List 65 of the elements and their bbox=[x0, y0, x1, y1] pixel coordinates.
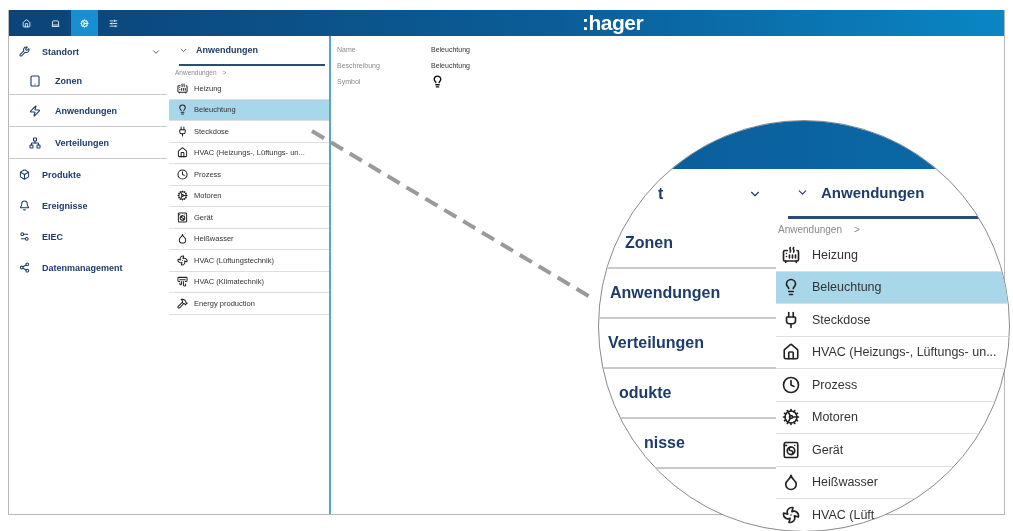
sidebar-item[interactable]: EIEC bbox=[9, 221, 167, 252]
network-icon bbox=[29, 136, 41, 149]
appliance-icon bbox=[177, 211, 188, 223]
logo: :hager bbox=[582, 11, 644, 35]
lightbulb-icon bbox=[431, 74, 444, 88]
sidebar-subitem[interactable]: Verteilungen bbox=[9, 127, 167, 159]
tablet-icon bbox=[29, 74, 41, 87]
list-header-title: Anwendungen bbox=[196, 45, 258, 55]
breadcrumb-separator: > bbox=[853, 223, 860, 235]
lightning-icon bbox=[29, 104, 41, 117]
house-icon bbox=[782, 343, 800, 362]
magnified-item-label: Beleuchtung bbox=[812, 280, 882, 295]
magnified-sidebar-label: t bbox=[658, 185, 665, 203]
magnified-sidebar-label: Zonen bbox=[625, 234, 674, 252]
magnified-item-label: Prozess bbox=[812, 377, 858, 392]
share-icon bbox=[19, 262, 30, 273]
magnified-item-label: Heißwasser bbox=[812, 475, 878, 490]
hammer-icon bbox=[177, 297, 188, 309]
bell-icon bbox=[19, 200, 30, 211]
sidebar-item-label: EIEC bbox=[42, 231, 64, 242]
clock-icon bbox=[782, 375, 800, 394]
magnified-item-label: Heizung bbox=[812, 247, 858, 262]
sidebar-item-label: Standort bbox=[42, 46, 80, 57]
magnified-sidebar-label: nisse bbox=[644, 434, 686, 452]
nav-tab[interactable] bbox=[71, 10, 98, 36]
sidebar-subitem-label: Anwendungen bbox=[55, 105, 118, 116]
droplet-icon bbox=[782, 473, 800, 492]
magnified-item-label: Motoren bbox=[812, 410, 858, 425]
plug-icon bbox=[177, 125, 188, 137]
wrench-icon bbox=[19, 46, 30, 57]
appliance-icon bbox=[782, 440, 800, 459]
sidebar-item[interactable]: Datenmanagement bbox=[9, 252, 167, 283]
magnified-sidebar-label: Verteilungen bbox=[608, 334, 706, 352]
sidebar-item[interactable]: Produkte bbox=[9, 159, 167, 190]
magnified-sidebar-label: odukte bbox=[619, 384, 673, 402]
magnified-item-label: Steckdose bbox=[812, 312, 871, 327]
fan-icon bbox=[782, 505, 800, 524]
sidebar-item[interactable]: Ereignisse bbox=[9, 190, 167, 221]
sidebar-item[interactable]: Standort bbox=[9, 36, 167, 67]
sidebar-subitem[interactable]: Zonen bbox=[9, 67, 167, 95]
magnified-breadcrumb: Anwendungen bbox=[778, 223, 842, 235]
house-icon bbox=[177, 147, 188, 159]
sidebar-item-label: Ereignisse bbox=[42, 200, 89, 211]
magnified-header-title: Anwendungen bbox=[821, 184, 925, 201]
lightbulb-icon bbox=[177, 104, 188, 116]
magnified-item-label: HVAC (Lüft bbox=[812, 507, 875, 522]
sliders-icon bbox=[109, 18, 118, 28]
sidebar-item-label: Produkte bbox=[42, 169, 82, 180]
air-vent-icon bbox=[177, 276, 188, 288]
heater-icon bbox=[782, 245, 800, 264]
list-header[interactable]: Anwendungen bbox=[179, 36, 325, 66]
sidebar-subitem-label: Verteilungen bbox=[55, 137, 110, 148]
magnified-sidebar-label: Anwendungen bbox=[610, 284, 722, 302]
clock-icon bbox=[177, 168, 188, 180]
magnified-item-label: Gerät bbox=[812, 442, 844, 457]
sidebar-subitem[interactable]: Anwendungen bbox=[9, 95, 167, 127]
droplet-icon bbox=[177, 233, 188, 245]
laptop-icon bbox=[51, 18, 60, 28]
fan-icon bbox=[177, 254, 188, 266]
sidebar-item-label: Datenmanagement bbox=[42, 262, 124, 273]
magnified-item-label: HVAC (Heizungs-, Lüftungs- un... bbox=[812, 345, 997, 360]
heater-icon bbox=[177, 82, 188, 94]
home-icon bbox=[22, 18, 31, 28]
sidebar-subitem-label: Zonen bbox=[55, 75, 83, 86]
cube-icon bbox=[19, 169, 30, 180]
